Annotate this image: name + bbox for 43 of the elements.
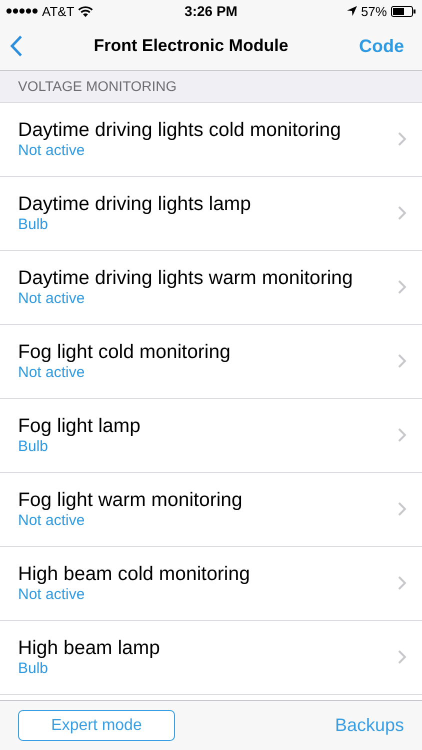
list-row[interactable]: Fog light lamp Bulb bbox=[0, 399, 422, 473]
setting-name: Fog light warm monitoring bbox=[18, 488, 244, 512]
chevron-icon bbox=[398, 650, 406, 664]
battery-icon bbox=[390, 6, 416, 16]
list-row[interactable]: Fog light cold monitoring Not active bbox=[0, 325, 422, 399]
chevron-icon bbox=[398, 428, 406, 442]
chevron-icon bbox=[398, 354, 406, 368]
back-chevron-icon bbox=[10, 35, 23, 57]
list-row[interactable]: Daytime driving lights cold monitoring Not active bbox=[0, 103, 422, 177]
setting-value: Not active bbox=[18, 142, 86, 160]
setting-value: Bulb bbox=[18, 438, 50, 456]
chevron-icon bbox=[398, 206, 406, 220]
screen-title: Front Electronic Module bbox=[94, 36, 288, 56]
setting-name: High beam lamp bbox=[18, 636, 161, 660]
list-row[interactable]: Daytime driving lights lamp Bulb bbox=[0, 177, 422, 251]
setting-name: Daytime driving lights lamp bbox=[18, 192, 252, 216]
back-button[interactable] bbox=[10, 35, 23, 57]
list-row[interactable]: Daytime driving lights warm monitoring Not active bbox=[0, 251, 422, 325]
setting-value: Bulb bbox=[18, 216, 50, 234]
setting-value: Bulb bbox=[18, 660, 50, 678]
battery-percent: 57% bbox=[360, 4, 387, 18]
clock-time: 3:26 PM bbox=[184, 3, 238, 19]
setting-value: Not active bbox=[18, 364, 86, 382]
setting-name: Fog light lamp bbox=[18, 414, 142, 438]
chevron-icon bbox=[398, 502, 406, 516]
setting-value: Not active bbox=[18, 290, 86, 308]
setting-name: Daytime driving lights cold monitoring bbox=[18, 118, 342, 142]
list-row[interactable]: High beam lamp Bulb bbox=[0, 621, 422, 695]
setting-value: Not active bbox=[18, 512, 86, 530]
list-row[interactable]: Fog light warm monitoring Not active bbox=[0, 473, 422, 547]
wifi-icon bbox=[78, 6, 94, 16]
section-header: VOLTAGE MONITORING bbox=[0, 71, 422, 103]
setting-name: Fog light cold monitoring bbox=[18, 340, 232, 364]
setting-value: Not active bbox=[18, 586, 86, 604]
chevron-icon bbox=[398, 576, 406, 590]
list-row[interactable]: High beam cold monitoring Not active bbox=[0, 547, 422, 621]
setting-name: High beam cold monitoring bbox=[18, 562, 251, 586]
signal-icon bbox=[6, 8, 38, 14]
carrier-name: AT&T bbox=[42, 4, 74, 18]
chevron-icon bbox=[398, 132, 406, 146]
location-arrow-icon bbox=[346, 6, 357, 16]
chevron-icon bbox=[398, 280, 406, 294]
setting-name: Daytime driving lights warm monitoring bbox=[18, 266, 354, 290]
